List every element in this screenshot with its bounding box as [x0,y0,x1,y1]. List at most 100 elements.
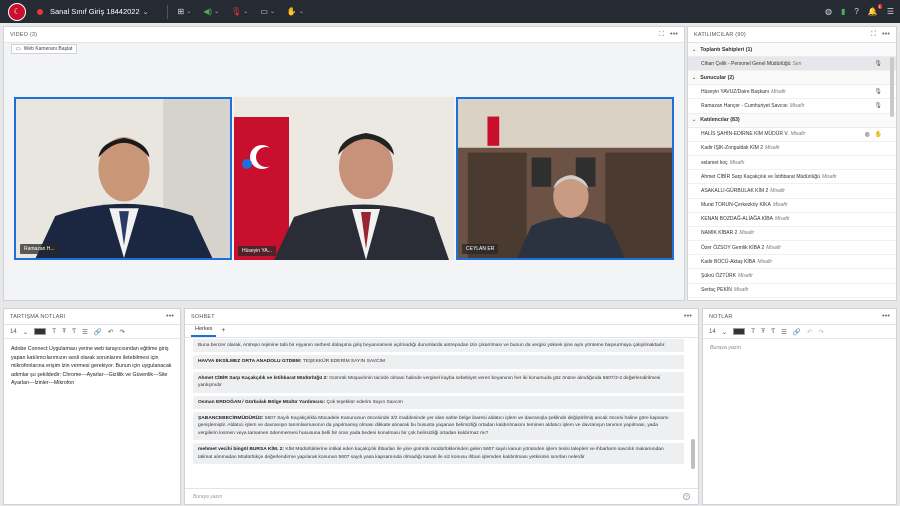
grid-icon[interactable]: ⊞ ⌄ [178,7,192,16]
video-header: VIDEO (3) ⛶ ••• [4,27,684,43]
participant-row[interactable]: Özer ÖZSOY Gemlik KİBA 2 Misafir [688,241,896,256]
text-format-icon[interactable]: T [751,328,755,335]
text-size-icon[interactable]: Ŧ [761,328,765,335]
bell-icon[interactable]: 🔔 1 [868,4,882,16]
chat-panel: SOHBET ••• Herkes + Buna benzer olarak, … [184,308,699,505]
recording-icon [37,8,43,15]
webcam-icon: ▭ [16,46,21,52]
participant-row[interactable]: Hüseyin YAVUZ/Daire Başkanı Misafir 🎙 [688,85,896,100]
video-tile-2[interactable]: Hüseyin YA... [234,97,454,260]
font-size-select[interactable]: 14 [10,329,17,335]
chat-message: HAVVA EKSİLMEZ ORTA ANADOLU GTDBM: TEŞEK… [193,355,684,369]
discussion-notes-text[interactable]: Adobe Connect Uygulaması yerine web tara… [4,339,180,394]
globe-icon: ◍ [864,131,870,138]
chat-input[interactable]: Buraya yazın ? [185,488,698,504]
redo-icon[interactable]: ↷ [818,328,823,336]
list-icon[interactable]: ☰ [82,328,88,336]
participant-row[interactable]: Ahmet CİBİR Sarp Kaçakçılık ve İstihbara… [688,170,896,185]
notes-header: NOTLAR ••• [703,309,896,325]
participant-row[interactable]: Sertaç PEKİN Misafir [688,284,896,298]
participant-row[interactable]: Cihan Çelik - Personel Genel Müdürlüğü Se… [688,57,896,72]
help-icon[interactable]: ? [683,493,690,500]
participant-row[interactable]: HALİS ŞAHİN-EDİRNE KİM MÜDÜR V. Misafir ◍ ✋ [688,128,896,142]
participant-row[interactable]: NAMIK KİBAR 2 Misafir [688,227,896,242]
tile-name-label: Hüseyin YA... [238,246,276,256]
chat-title: SOHBET [191,313,215,320]
hand-icon[interactable]: ✋ ⌄ [287,7,304,16]
chevron-down-icon[interactable]: ⌄ [23,328,28,336]
list-icon[interactable]: ☰ [781,328,787,336]
participant-row[interactable]: selamet koç Misafir [688,156,896,171]
text-style-icon[interactable]: Ƭ [72,328,76,335]
more-icon[interactable]: ••• [166,313,174,320]
chat-message: Buna benzer olarak, Antrepo rejimine tab… [193,339,684,353]
text-format-icon[interactable]: T [52,328,56,335]
notes-toolbar: 14 ⌄ T Ŧ Ƭ ☰ 🔗 ↶ ↷ [703,325,896,339]
tile-name-label: Ramazan H... [20,244,59,254]
fullscreen-icon[interactable]: ⛶ [871,31,876,39]
participants-header: KATILIMCILAR (90) ⛶ ••• [688,27,896,43]
help-icon[interactable]: ? [854,7,858,16]
chevron-down-icon[interactable]: ⌄ [143,8,149,16]
video-feed [16,99,230,258]
text-size-icon[interactable]: Ŧ [62,328,66,335]
participant-row[interactable]: ASAKALLI-GÜRBULAK KİM 2 Misafir [688,184,896,199]
video-title: VIDEO (3) [10,31,38,38]
chat-message: Osman ERDOĞAN / Gürbulak Bölge Müdür Yar… [193,395,684,410]
group-presenters[interactable]: ⌄ Sunucular (2) [688,71,896,86]
mic-icon[interactable]: 🎙 ⌄ [231,7,248,16]
chat-message: ŞABANCEBECİRMÜDÜRÜ2: 5607 Sayılı Kaçakçı… [193,412,684,441]
participants-scrollbar[interactable] [890,57,894,117]
bars-icon[interactable]: ▮ [841,7,845,16]
fullscreen-icon[interactable]: ⛶ [659,31,664,39]
speaker-icon[interactable]: ◀) ⌄ [203,7,219,16]
chat-messages: Buna benzer olarak, Antrepo rejimine tab… [187,339,692,482]
undo-icon[interactable]: ↶ [807,328,812,336]
meeting-title: Sanal Sınıf Giriş 18442022 [50,7,140,16]
group-hosts[interactable]: ⌄ Toplantı Sahipleri (1) [688,43,896,57]
participant-row[interactable]: KENAN BOZDAĞ-ALİAĞA KİBA Misafir [688,213,896,227]
menu-icon[interactable]: ☰ [887,7,894,16]
notes-input[interactable]: Buraya yazın [703,339,896,357]
group-attendees[interactable]: ⌄ Katılımcılar (83) [688,113,896,128]
mic-icon: 🎙 [874,103,882,110]
wifi-icon[interactable]: ◍ [825,7,832,16]
more-icon[interactable]: ••• [670,31,678,38]
mic-icon: 🎙 [874,89,882,96]
participant-row[interactable]: Kadir IŞIK-Zonguldak KİM 2 Misafir [688,142,896,156]
video-feed [234,97,454,260]
font-size-select[interactable]: 14 [709,329,716,335]
chevron-down-icon[interactable]: ⌄ [722,328,727,336]
participant-row[interactable]: Ramazan Hançer - Cumhuriyet Savcısı Misaf… [688,99,896,114]
undo-icon[interactable]: ↶ [108,328,113,336]
chat-message: mehmet vecihi bingöl BURSA KİM. 2: KİM M… [193,443,684,465]
more-icon[interactable]: ••• [882,313,890,320]
video-tile-1[interactable]: Ramazan H... [14,97,232,260]
chat-header: SOHBET ••• [185,309,698,325]
participant-row[interactable]: Şükrü ÖZTÜRK Misafir [688,269,896,284]
more-icon[interactable]: ••• [684,313,692,320]
add-tab-icon[interactable]: + [216,327,230,337]
start-webcam-button[interactable]: ▭ Web Kameranı Başlat [11,44,78,54]
link-icon[interactable]: 🔗 [94,328,102,336]
notes-panel: NOTLAR ••• 14 ⌄ T Ŧ Ƭ ☰ 🔗 ↶ ↷ Buraya yaz… [702,308,897,505]
top-bar: ☾ Sanal Sınıf Giriş 18442022 ⌄ ⊞ ⌄ ◀) ⌄ 🎙 ⌄… [0,0,900,23]
video-tile-3[interactable]: CEYLAN ER [456,97,674,260]
text-style-icon[interactable]: Ƭ [771,328,775,335]
ministry-logo: ☾ [8,2,26,21]
chat-message: Ahmet CİBİR Sarp Kaçakçılık ve İstihbara… [193,371,684,393]
video-feed [458,99,672,258]
chat-scrollbar[interactable] [691,439,695,469]
color-swatch[interactable] [34,328,47,335]
participants-panel: KATILIMCILAR (90) ⛶ ••• ⌄ Toplantı Sahipl… [687,26,897,301]
video-panel: VIDEO (3) ⛶ ••• ▭ Web Kameranı Başlat Ra… [3,26,685,301]
camera-icon[interactable]: ▭ ⌄ [260,7,275,16]
participant-row[interactable]: Murat TORUN-Çerkezköy KİKA Misafir [688,199,896,213]
color-swatch[interactable] [733,328,746,335]
more-icon[interactable]: ••• [882,31,890,38]
redo-icon[interactable]: ↷ [119,328,124,336]
tab-everyone[interactable]: Herkes [191,326,217,337]
link-icon[interactable]: 🔗 [793,328,801,336]
participant-row[interactable]: Kadir BOCÜ-Aktaş KİBA Misafir [688,255,896,270]
discussion-title: TARTIŞMA NOTLARI [10,313,66,320]
